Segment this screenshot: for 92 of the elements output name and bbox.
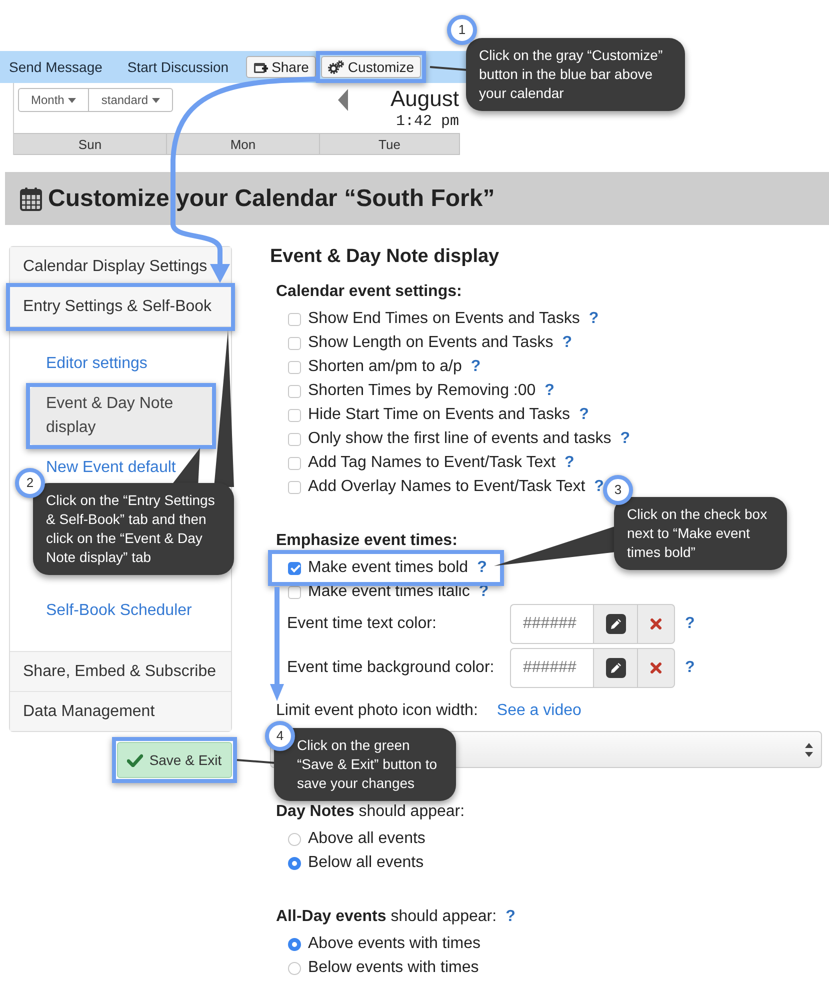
view-dropdown[interactable]: Month	[18, 88, 90, 112]
checkbox[interactable]	[288, 336, 301, 350]
option-label: Shorten Times by Removing :00	[308, 382, 536, 400]
sidebar-subtab[interactable]: Event & Day Note display	[30, 387, 212, 445]
caret-icon	[68, 98, 76, 102]
help-link[interactable]: ?	[594, 478, 604, 496]
clear-color-button[interactable]	[638, 604, 675, 644]
save-exit-button[interactable]: Save & Exit	[117, 742, 232, 778]
help-link[interactable]: ?	[470, 358, 481, 376]
field-label: Event time background color:	[286, 659, 496, 677]
day-header: Mon	[167, 133, 320, 155]
month-title: August	[390, 86, 459, 112]
sidebar-subtab[interactable]: Editor settings	[30, 347, 212, 381]
step-marker: 1	[447, 15, 477, 45]
checkbox[interactable]	[288, 562, 301, 574]
day-header: Sun	[14, 133, 167, 155]
option-label: Add Tag Names to Event/Task Text	[308, 454, 556, 472]
radio-button[interactable]	[288, 962, 301, 974]
view-dropdown[interactable]: standard	[89, 88, 174, 112]
help-link[interactable]: ?	[562, 334, 572, 352]
group-heading: Emphasize event times:	[276, 532, 458, 550]
video-link[interactable]: See a video	[496, 702, 582, 720]
checkbox[interactable]	[288, 432, 301, 446]
gears-icon	[328, 60, 344, 74]
help-link[interactable]: ?	[685, 659, 695, 677]
triangle-left-icon[interactable]	[338, 89, 348, 111]
check-icon	[127, 754, 144, 766]
checkbox[interactable]	[288, 384, 301, 398]
option-label: Make event times bold	[308, 559, 468, 577]
option-label: Only show the first line of events and tasks	[308, 430, 612, 448]
radio-button[interactable]	[288, 856, 301, 870]
caret-icon	[152, 98, 160, 102]
color-field[interactable]: ######	[510, 604, 593, 644]
option-label: Above all events	[308, 830, 426, 848]
cross-icon	[650, 618, 662, 630]
edit-color-button[interactable]	[593, 604, 638, 644]
sidebar-tab[interactable]: Entry Settings & Self-Book	[10, 287, 231, 327]
help-link[interactable]: ?	[544, 382, 554, 400]
edit-color-button[interactable]	[593, 648, 638, 688]
option-label: Below all events	[308, 854, 424, 872]
sidebar-tab[interactable]: Share, Embed & Subscribe	[10, 652, 231, 692]
checkbox[interactable]	[288, 360, 301, 374]
day-header: Tue	[320, 133, 460, 155]
option-label: Make event times italic	[308, 583, 470, 601]
group-heading: Calendar event settings:	[276, 283, 462, 301]
help-link[interactable]: ?	[564, 454, 574, 472]
callout-tooltip: Click on the gray “Customize” button in the blue bar above your calendar	[466, 38, 685, 111]
group-heading: All-Day events should appear:	[276, 908, 497, 926]
page-title: Customize your Calendar “South Fork”	[48, 184, 495, 212]
field-label: Limit event photo icon width:	[276, 702, 478, 720]
help-link[interactable]: ?	[579, 406, 589, 424]
checkbox[interactable]	[288, 312, 301, 326]
checkbox[interactable]	[288, 480, 301, 494]
checkbox[interactable]	[288, 408, 301, 422]
callout-tooltip: Click on the “Entry Settings & Self-Book” tab and then click on the “Event & Day Note display” tab	[33, 483, 234, 575]
toolbar-link[interactable]: Start Discussion	[127, 59, 229, 75]
option-label: Hide Start Time on Events and Tasks	[308, 406, 570, 424]
option-label: Show Length on Events and Tasks	[308, 334, 554, 352]
calendar-plus-icon	[252, 60, 268, 74]
option-label: Add Overlay Names to Event/Task Text	[308, 478, 586, 496]
customize-button[interactable]: Customize	[320, 56, 422, 78]
clear-color-button[interactable]	[638, 648, 675, 688]
calendar-icon	[20, 186, 42, 210]
step-marker: 4	[265, 721, 295, 751]
pencil-icon	[606, 614, 626, 634]
color-field[interactable]: ######	[510, 648, 593, 688]
field-label: Event time text color:	[286, 615, 438, 633]
section-title: Event & Day Note display	[270, 246, 500, 268]
help-link[interactable]: ?	[620, 430, 630, 448]
leader-line	[430, 66, 468, 71]
step-marker: 3	[603, 475, 633, 505]
sidebar-subtab[interactable]: Self-Book Scheduler	[30, 594, 212, 628]
help-link[interactable]: ?	[477, 559, 487, 577]
toolbar-link[interactable]: Send Message	[9, 59, 102, 75]
radio-button[interactable]	[288, 938, 301, 950]
option-label: Shorten am/pm to a/p	[308, 358, 462, 376]
option-label: Show End Times on Events and Tasks	[308, 310, 580, 328]
option-label: Below events with times	[308, 959, 479, 977]
group-heading: Day Notes should appear:	[276, 803, 465, 821]
option-label: Above events with times	[308, 935, 481, 953]
cross-icon	[650, 662, 662, 674]
updown-arrows-icon	[805, 742, 813, 756]
checkbox[interactable]	[288, 456, 301, 470]
checkbox[interactable]	[288, 586, 301, 598]
help-link[interactable]: ?	[506, 908, 516, 926]
pencil-icon	[606, 658, 626, 678]
share-button[interactable]: Share	[246, 56, 316, 78]
radio-button[interactable]	[288, 832, 301, 846]
help-link[interactable]: ?	[588, 310, 599, 328]
help-link[interactable]: ?	[685, 615, 695, 633]
current-time: 1:42 pm	[396, 112, 459, 131]
sidebar-tab[interactable]: Data Management	[10, 692, 231, 731]
